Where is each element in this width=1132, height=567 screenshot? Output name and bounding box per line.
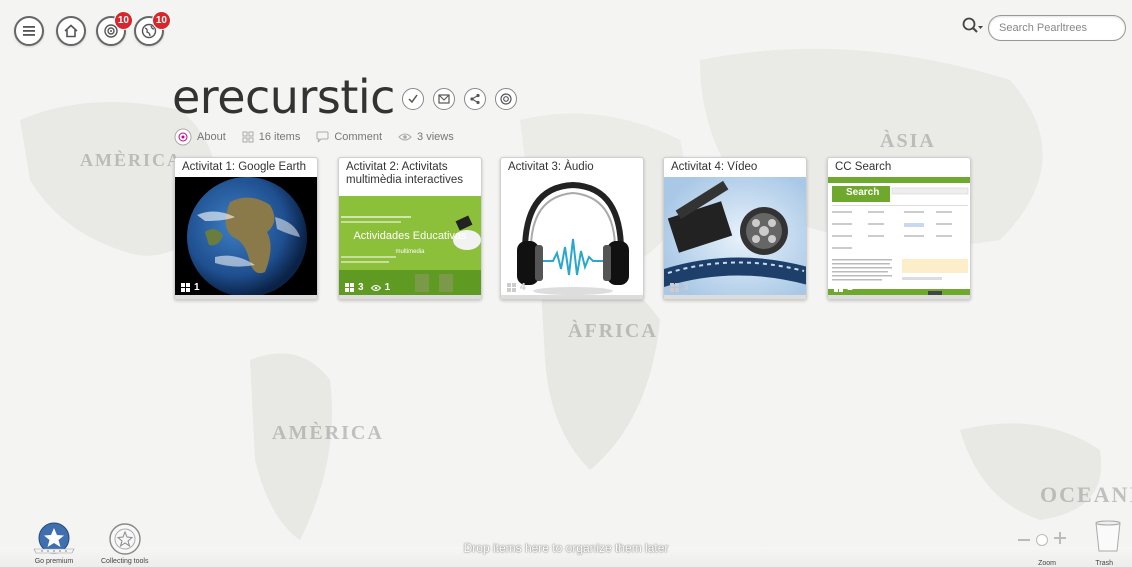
zoom-slider[interactable]	[1036, 534, 1048, 546]
comment-link[interactable]: Comment	[316, 131, 382, 143]
zoom-in-button[interactable]	[1054, 531, 1066, 549]
share-button[interactable]	[464, 88, 486, 110]
collecting-tools-icon	[109, 523, 141, 555]
zoom-out-button[interactable]	[1018, 539, 1030, 541]
views-label: 3 views	[417, 131, 454, 143]
card-count: 1	[194, 282, 200, 293]
card-image-subtitle: multimedia	[395, 249, 425, 255]
card-extra-count: 1	[384, 282, 391, 293]
notifications-badge: 10	[113, 11, 133, 30]
premium-star-icon	[33, 522, 75, 554]
pearl-button[interactable]	[495, 88, 517, 110]
card-footer: 1	[834, 282, 853, 293]
avatar-icon	[174, 128, 192, 146]
map-label: ÀFRICA	[568, 320, 658, 342]
collection-card[interactable]: Activitat 1: Google Earth 1	[174, 157, 318, 300]
pick-button[interactable]	[402, 88, 424, 110]
card-image-heading: Actividades Educativas	[353, 230, 467, 242]
views-count: 3 views	[398, 131, 454, 143]
explore-button[interactable]: 10	[134, 11, 171, 46]
card-edge	[828, 295, 970, 299]
about-label: About	[197, 131, 226, 143]
items-count: 16 items	[242, 131, 301, 143]
collecting-tools-button[interactable]: Collecting tools	[101, 522, 148, 565]
menu-button[interactable]	[14, 16, 44, 46]
film-image	[664, 177, 806, 297]
search-bar	[962, 15, 1126, 41]
comment-label: Comment	[334, 131, 383, 143]
map-label: OCEANI	[1040, 482, 1132, 507]
hamburger-icon	[23, 26, 35, 36]
email-button[interactable]	[433, 88, 455, 110]
grid-icon	[345, 283, 354, 292]
collection-title: erecurstic	[172, 70, 395, 124]
map-label: AMÈRICA	[272, 422, 384, 444]
card-edge	[339, 295, 481, 299]
eye-icon	[370, 284, 381, 291]
collection-card[interactable]: Activitat 4: Vídeo 3	[663, 157, 807, 300]
eye-icon	[398, 133, 412, 141]
search-icon[interactable]	[962, 17, 984, 40]
grid-icon	[181, 283, 190, 292]
grid-icon	[242, 131, 254, 143]
grid-icon	[670, 283, 679, 292]
card-title: CC Search	[835, 161, 892, 173]
cc-search-image: Search	[828, 177, 970, 297]
plus-icon	[1054, 532, 1066, 544]
multimedia-image: Actividades Educativas multimedia	[339, 190, 481, 297]
collection-card[interactable]: Activitat 3: Àudio 4	[500, 157, 644, 300]
collection-card[interactable]: Activitat 2: Activitats multimèdia inter…	[338, 157, 482, 300]
zoom-label: Zoom	[1038, 560, 1056, 567]
share-icon	[470, 93, 480, 105]
card-title: Activitat 4: Vídeo	[671, 161, 758, 173]
card-image-logo: Search	[846, 187, 880, 198]
trash-label: Trash	[1095, 560, 1113, 567]
card-count: 4	[520, 282, 526, 293]
card-footer: 4	[507, 282, 526, 293]
go-premium-button[interactable]: Go premium	[30, 522, 78, 565]
card-title: Activitat 2: Activitats multimèdia inter…	[346, 161, 463, 186]
zoom-control	[1018, 531, 1066, 549]
map-label: AMÈRICA	[80, 150, 182, 170]
trash-button[interactable]	[1094, 520, 1122, 557]
card-edge	[175, 295, 317, 299]
card-count: 3	[683, 282, 689, 293]
trash-icon	[1095, 520, 1121, 552]
card-edge	[501, 295, 643, 299]
check-pearl-icon	[408, 94, 418, 104]
explore-badge: 10	[151, 11, 171, 30]
card-footer: 3 1	[345, 282, 390, 293]
home-icon	[64, 24, 78, 38]
card-footer: 1	[181, 282, 200, 293]
map-label: ÀSIA	[880, 130, 936, 152]
envelope-icon	[438, 94, 450, 104]
go-premium-label: Go premium	[34, 558, 74, 565]
comment-icon	[316, 131, 329, 143]
drop-zone-text: Drop items here to organize them later	[463, 541, 669, 555]
card-count: 1	[847, 282, 853, 293]
card-title: Activitat 3: Àudio	[508, 161, 594, 173]
grid-icon	[507, 283, 516, 292]
items-label: 16 items	[258, 131, 301, 143]
collection-meta: About 16 items Comment 3 views	[174, 128, 462, 146]
card-title: Activitat 1: Google Earth	[182, 161, 307, 173]
collecting-tools-label: Collecting tools	[101, 558, 149, 565]
card-count: 3	[358, 282, 364, 293]
grid-icon	[834, 283, 843, 292]
home-button[interactable]	[56, 16, 86, 46]
collection-actions	[402, 88, 517, 110]
target-icon	[500, 93, 512, 105]
notifications-button[interactable]: 10	[96, 11, 133, 46]
about-link[interactable]: About	[174, 128, 226, 146]
card-footer: 3	[670, 282, 689, 293]
search-input[interactable]	[988, 15, 1126, 41]
headphones-image	[501, 177, 643, 297]
card-edge	[664, 295, 806, 299]
earth-image	[175, 177, 317, 297]
collection-card[interactable]: CC Search Search 1	[827, 157, 971, 300]
